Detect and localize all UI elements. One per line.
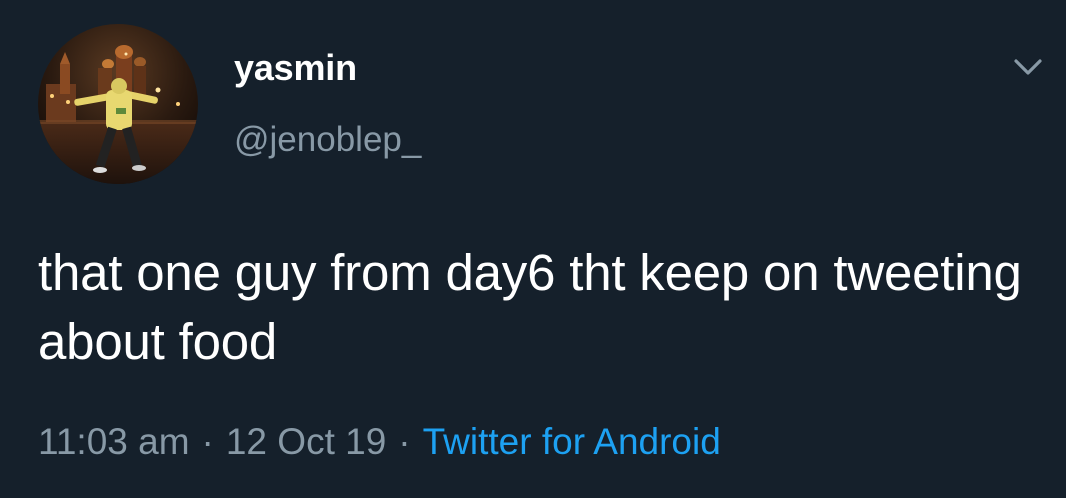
user-handle[interactable]: @jenoblep_	[234, 122, 421, 157]
tweet-date[interactable]: 12 Oct 19	[226, 421, 386, 462]
tweet-card: yasmin @jenoblep_ that one guy from day6…	[0, 0, 1066, 498]
tweet-text: that one guy from day6 tht keep on tweet…	[38, 244, 1022, 370]
avatar[interactable]	[38, 24, 198, 184]
meta-separator: ·	[398, 421, 411, 462]
profile-photo-icon	[38, 24, 198, 184]
tweet-source-link[interactable]: Twitter for Android	[423, 421, 721, 462]
tweet-time[interactable]: 11:03 am	[38, 421, 190, 462]
meta-separator: ·	[201, 421, 214, 462]
display-name[interactable]: yasmin	[234, 50, 357, 86]
chevron-down-icon[interactable]	[1010, 52, 1046, 82]
tweet-metadata: 11:03 am · 12 Oct 19 · Twitter for Android	[38, 420, 721, 464]
